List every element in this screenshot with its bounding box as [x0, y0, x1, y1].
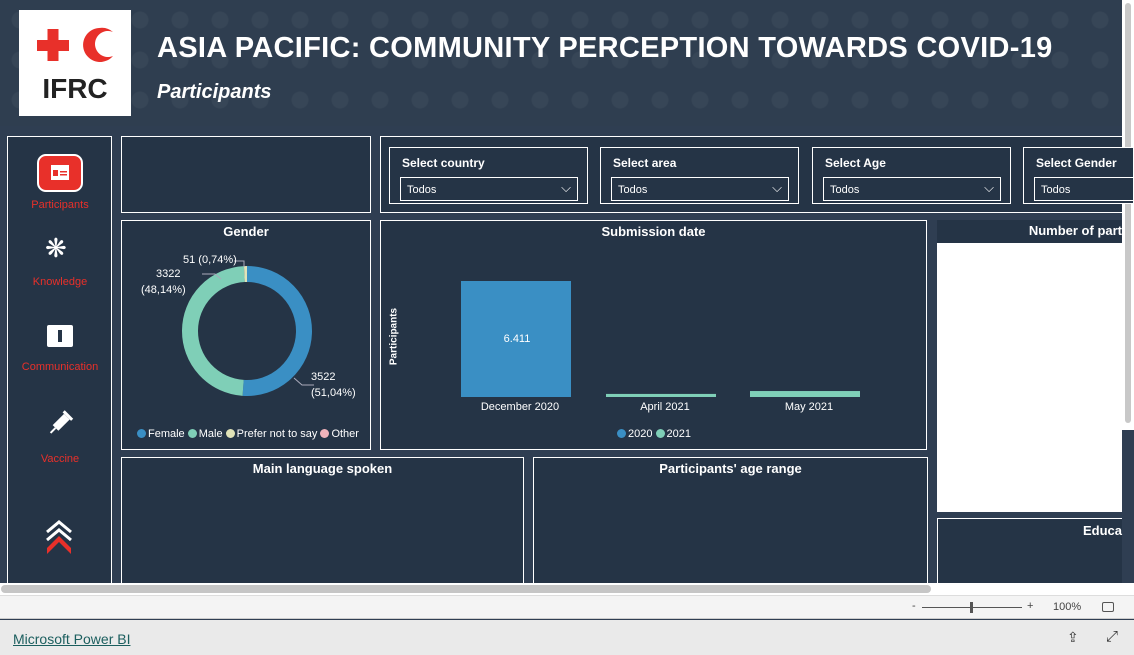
legend-male[interactable]: Male	[187, 428, 223, 440]
nav-item-vaccine[interactable]: Vaccine	[8, 453, 112, 465]
legend-2020[interactable]: 2020	[617, 428, 652, 440]
slicer-label: Select country	[402, 156, 485, 170]
panel-title: Educa	[1082, 523, 1122, 538]
power-bi-link[interactable]: Microsoft Power BI	[13, 631, 130, 647]
bar-2021-may-2021[interactable]	[750, 391, 860, 397]
x-tick-label: April 2021	[640, 401, 690, 413]
data-label-female: 3522	[311, 371, 336, 383]
share-icon[interactable]: ⇪	[1067, 629, 1079, 646]
virus-icon[interactable]: ❋	[45, 235, 67, 261]
area-slicer: Select area Todos ⌵	[600, 147, 799, 204]
info-chat-icon[interactable]	[47, 325, 73, 347]
chevron-down-icon: ⌵	[561, 180, 571, 195]
submission-date-chart: Submission date Participants December 20…	[380, 220, 927, 450]
syringe-icon[interactable]	[34, 402, 81, 449]
gender-chart: Gender 51 (0,74%) 3322 (48,14%) 3522 (51…	[121, 220, 371, 450]
dropdown-value: Todos	[407, 184, 437, 196]
report-header: IFRC ASIA PACIFIC: COMMUNITY PERCEPTION …	[0, 0, 1122, 126]
fullscreen-icon[interactable]: ⤢	[1106, 628, 1118, 645]
legend-prefer[interactable]: Prefer not to say	[225, 428, 317, 440]
zoom-slider[interactable]	[922, 602, 1022, 613]
horizontal-scrollbar-thumb[interactable]	[1, 585, 931, 593]
country-slicer: Select country Todos ⌵	[389, 147, 588, 204]
chevrons-up-icon	[45, 520, 73, 561]
x-tick-label: December 2020	[480, 401, 560, 413]
dropdown-value: Todos	[830, 184, 860, 196]
x-tick-label: May 2021	[784, 401, 834, 413]
legend-female[interactable]: Female	[137, 428, 185, 440]
data-label-female-pct: (51,04%)	[311, 387, 356, 399]
vertical-scrollbar-thumb[interactable]	[1125, 3, 1131, 423]
nav-item-knowledge[interactable]: Knowledge	[8, 276, 112, 288]
age-slicer: Select Age Todos ⌵	[812, 147, 1011, 204]
empty-card	[121, 136, 371, 213]
panel-title: Number of part	[937, 220, 1122, 243]
year-legend: 2020 2021	[617, 428, 691, 440]
gender-dropdown[interactable]: Todos	[1034, 177, 1134, 201]
nav-item-participants[interactable]: Participants	[8, 199, 112, 211]
horizontal-scrollbar-track[interactable]	[0, 583, 1134, 595]
number-of-participants-map: Number of part	[937, 220, 1122, 512]
panel-title: Main language spoken	[252, 461, 393, 476]
slicer-label: Select area	[613, 156, 677, 170]
slicer-label: Select Gender	[1036, 156, 1117, 170]
page-title: ASIA PACIFIC: COMMUNITY PERCEPTION TOWAR…	[157, 32, 1053, 64]
vertical-scrollbar-track[interactable]	[1122, 0, 1134, 430]
chevron-down-icon: ⌵	[772, 180, 782, 195]
country-dropdown[interactable]: Todos ⌵	[400, 177, 578, 201]
data-label-prefer: 51 (0,74%)	[183, 254, 237, 266]
bar-data-label: 6.411	[503, 333, 531, 345]
zoom-level: 100%	[1053, 601, 1082, 613]
legend-2021[interactable]: 2021	[655, 428, 691, 440]
zoom-bar: - + 100%	[0, 595, 1134, 619]
dropdown-value: Todos	[618, 184, 648, 196]
gender-slicer: Select Gender Todos	[1023, 147, 1134, 204]
zoom-in-button[interactable]: +	[1027, 600, 1033, 612]
data-label-male: 3322	[156, 268, 181, 280]
chevron-down-icon: ⌵	[984, 180, 994, 195]
id-card-icon[interactable]	[37, 154, 83, 192]
dropdown-value: Todos	[1041, 184, 1071, 196]
education-panel: Educa	[937, 518, 1122, 588]
legend-other[interactable]: Other	[320, 428, 359, 440]
donut-slice-male[interactable]	[182, 266, 245, 396]
donut-slice-female[interactable]	[242, 266, 312, 396]
svg-text:IFRC: IFRC	[42, 73, 107, 104]
gender-legend: Female Male Prefer not to say Other	[137, 428, 359, 440]
page-subtitle: Participants	[157, 81, 272, 103]
nav-item-communication[interactable]: Communication	[8, 361, 112, 373]
slicer-label: Select Age	[825, 156, 886, 170]
fit-to-page-icon[interactable]	[1102, 602, 1114, 612]
nav-sidebar: Participants ❋ Knowledge Communication V…	[7, 136, 112, 596]
bar-2021-april-2021[interactable]	[606, 393, 716, 397]
main-language-panel: Main language spoken	[121, 457, 524, 597]
area-dropdown[interactable]: Todos ⌵	[611, 177, 789, 201]
age-range-panel: Participants' age range	[533, 457, 928, 597]
zoom-slider-handle[interactable]	[970, 602, 973, 613]
zoom-out-button[interactable]: -	[912, 600, 916, 612]
footer: Microsoft Power BI ⇪ ⤢	[0, 620, 1134, 655]
ifrc-logo: IFRC	[19, 10, 131, 116]
data-label-male-pct: (48,14%)	[141, 284, 186, 296]
panel-title: Participants' age range	[659, 461, 802, 476]
age-dropdown[interactable]: Todos ⌵	[823, 177, 1001, 201]
